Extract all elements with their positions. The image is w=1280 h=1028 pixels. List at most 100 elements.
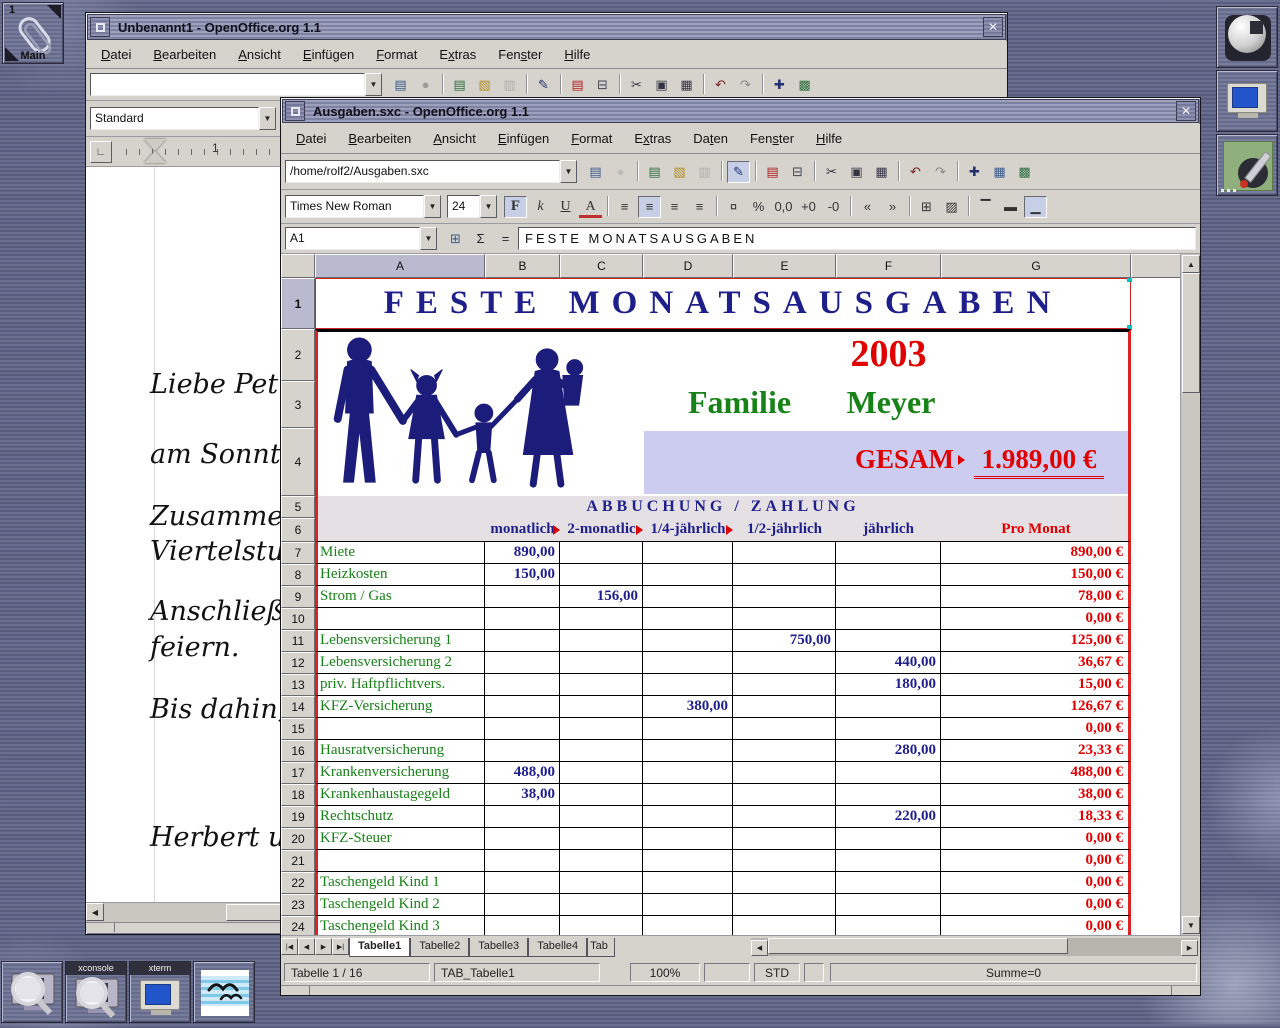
cell-pro-monat-22[interactable]: 0,00 € — [941, 872, 1131, 894]
column-header-a[interactable]: A — [315, 254, 485, 278]
horizontal-scrollbar[interactable]: ◀ ▶ — [751, 938, 1198, 956]
scroll-right-icon[interactable]: ▶ — [1181, 940, 1198, 956]
cell-value-f21[interactable] — [836, 850, 941, 872]
cell-pro-monat-21[interactable]: 0,00 € — [941, 850, 1131, 872]
cell-pro-monat-19[interactable]: 18,33 € — [941, 806, 1131, 828]
url-combobox[interactable]: ▼ — [90, 73, 382, 96]
print-file-direct-icon[interactable]: ▤ — [566, 74, 589, 96]
cell-value-c14[interactable] — [560, 696, 643, 718]
row-header-11[interactable]: 11 — [281, 630, 315, 652]
cell-value-f14[interactable] — [836, 696, 941, 718]
copy-icon[interactable]: ▣ — [845, 161, 868, 183]
status-insert-mode[interactable] — [704, 963, 750, 982]
cell-label[interactable]: Taschengeld Kind 3 — [315, 916, 485, 935]
cell-value-e9[interactable] — [733, 586, 836, 608]
cell-label[interactable] — [315, 850, 485, 872]
dock-item-image-editor[interactable] — [1216, 134, 1278, 196]
cell-value-e19[interactable] — [733, 806, 836, 828]
row-header-18[interactable]: 18 — [281, 784, 315, 806]
cell-label[interactable]: KFZ-Steuer — [315, 828, 485, 850]
cell-value-d12[interactable] — [643, 652, 733, 674]
menu-item-fenster[interactable]: Fenster — [739, 127, 805, 150]
dropdown-icon[interactable]: ▼ — [424, 195, 441, 218]
cell-label[interactable]: priv. Haftpflichtvers. — [315, 674, 485, 696]
row-header-5[interactable]: 5 — [281, 496, 315, 518]
scroll-left-icon[interactable]: ◀ — [86, 903, 104, 921]
dropdown-icon[interactable]: ▼ — [480, 195, 497, 218]
menu-item-einfügen[interactable]: Einfügen — [487, 127, 560, 150]
column-header-e[interactable]: E — [733, 254, 836, 278]
menu-item-fenster[interactable]: Fenster — [487, 43, 553, 66]
column-header-b[interactable]: B — [485, 254, 560, 278]
align-justify-icon[interactable]: ≡ — [688, 196, 711, 218]
cut-icon[interactable]: ✂ — [820, 161, 843, 183]
cell-value-b17[interactable]: 488,00 — [485, 762, 560, 784]
previous-sheet-icon[interactable]: ◀ — [298, 938, 315, 955]
cell-pro-monat-7[interactable]: 890,00 € — [941, 542, 1131, 564]
cell-value-b22[interactable] — [485, 872, 560, 894]
cell-value-b16[interactable] — [485, 740, 560, 762]
spreadsheet-grid[interactable]: 1FESTE MONATSAUSGABEN2342003FamilieMeyer… — [281, 278, 1176, 935]
add-decimal-icon[interactable]: +0 — [797, 196, 820, 218]
load-url-icon[interactable]: ▤ — [584, 161, 607, 183]
cell-value-f15[interactable] — [836, 718, 941, 740]
family-name-cell[interactable]: Meyer — [836, 384, 946, 421]
row-header-8[interactable]: 8 — [281, 564, 315, 586]
row-header-17[interactable]: 17 — [281, 762, 315, 784]
cell-value-f18[interactable] — [836, 784, 941, 806]
align-bottom-icon[interactable]: ▁ — [1024, 196, 1047, 218]
cell-label[interactable]: Rechtschutz — [315, 806, 485, 828]
caption-monatlich[interactable]: monatlich — [485, 518, 560, 541]
cell-value-c23[interactable] — [560, 894, 643, 916]
cell-value-b13[interactable] — [485, 674, 560, 696]
cell-value-b23[interactable] — [485, 894, 560, 916]
caption-j-hrlich[interactable]: jährlich — [836, 518, 941, 541]
font-name-value[interactable]: Times New Roman — [285, 195, 424, 218]
font-color-icon[interactable]: A — [579, 196, 602, 218]
row-header-13[interactable]: 13 — [281, 674, 315, 696]
caption-1-2-j-hrlich[interactable]: 1/2-jährlich — [733, 518, 836, 541]
align-right-icon[interactable]: ≡ — [663, 196, 686, 218]
cell-value-c21[interactable] — [560, 850, 643, 872]
calc-titlebar[interactable]: Ausgaben.sxc - OpenOffice.org 1.1 ✕ — [282, 99, 1199, 123]
appicon-openoffice[interactable] — [193, 961, 255, 1023]
cell-value-c10[interactable] — [560, 608, 643, 630]
print-file-direct-icon[interactable]: ▤ — [761, 161, 784, 183]
cell-pro-monat-9[interactable]: 78,00 € — [941, 586, 1131, 608]
undo-icon[interactable]: ↶ — [904, 161, 927, 183]
cell-label[interactable]: Hausratversicherung — [315, 740, 485, 762]
row-header-15[interactable]: 15 — [281, 718, 315, 740]
row-header-9[interactable]: 9 — [281, 586, 315, 608]
number-currency-icon[interactable]: ¤ — [722, 196, 745, 218]
edit-file-icon[interactable]: ✎ — [532, 74, 555, 96]
cell-value-f13[interactable]: 180,00 — [836, 674, 941, 696]
align-top-icon[interactable]: ▔ — [974, 196, 997, 218]
caption-spacer[interactable] — [318, 518, 485, 541]
cell-value-d21[interactable] — [643, 850, 733, 872]
cell-value-f20[interactable] — [836, 828, 941, 850]
cell-pro-monat-23[interactable]: 0,00 € — [941, 894, 1131, 916]
row-header-10[interactable]: 10 — [281, 608, 315, 630]
cell-value-e12[interactable] — [733, 652, 836, 674]
row-header-19[interactable]: 19 — [281, 806, 315, 828]
cell-pro-monat-17[interactable]: 488,00 € — [941, 762, 1131, 784]
cell-label[interactable]: Heizkosten — [315, 564, 485, 586]
cell-value-e23[interactable] — [733, 894, 836, 916]
row-header-21[interactable]: 21 — [281, 850, 315, 872]
load-url-icon[interactable]: ▤ — [389, 74, 412, 96]
paste-icon[interactable]: ▦ — [675, 74, 698, 96]
menu-item-ansicht[interactable]: Ansicht — [422, 127, 487, 150]
gesamt-label-cell[interactable]: GESAM — [784, 444, 954, 475]
new-document-icon[interactable]: ▤ — [448, 74, 471, 96]
cell-reference-combobox[interactable]: A1 ▼ — [285, 227, 437, 250]
cell-label[interactable] — [315, 718, 485, 740]
cell-value-c24[interactable] — [560, 916, 643, 935]
row-header-6[interactable]: 6 — [281, 518, 315, 542]
scrollbar-thumb[interactable] — [1182, 273, 1200, 393]
url-value[interactable]: /home/rolf2/Ausgaben.sxc — [285, 160, 560, 183]
row-header-4[interactable]: 4 — [281, 428, 315, 496]
menu-item-bearbeiten[interactable]: Bearbeiten — [337, 127, 422, 150]
navigator-icon[interactable]: ✚ — [963, 161, 986, 183]
redo-icon[interactable]: ↷ — [929, 161, 952, 183]
column-header-c[interactable]: C — [560, 254, 643, 278]
